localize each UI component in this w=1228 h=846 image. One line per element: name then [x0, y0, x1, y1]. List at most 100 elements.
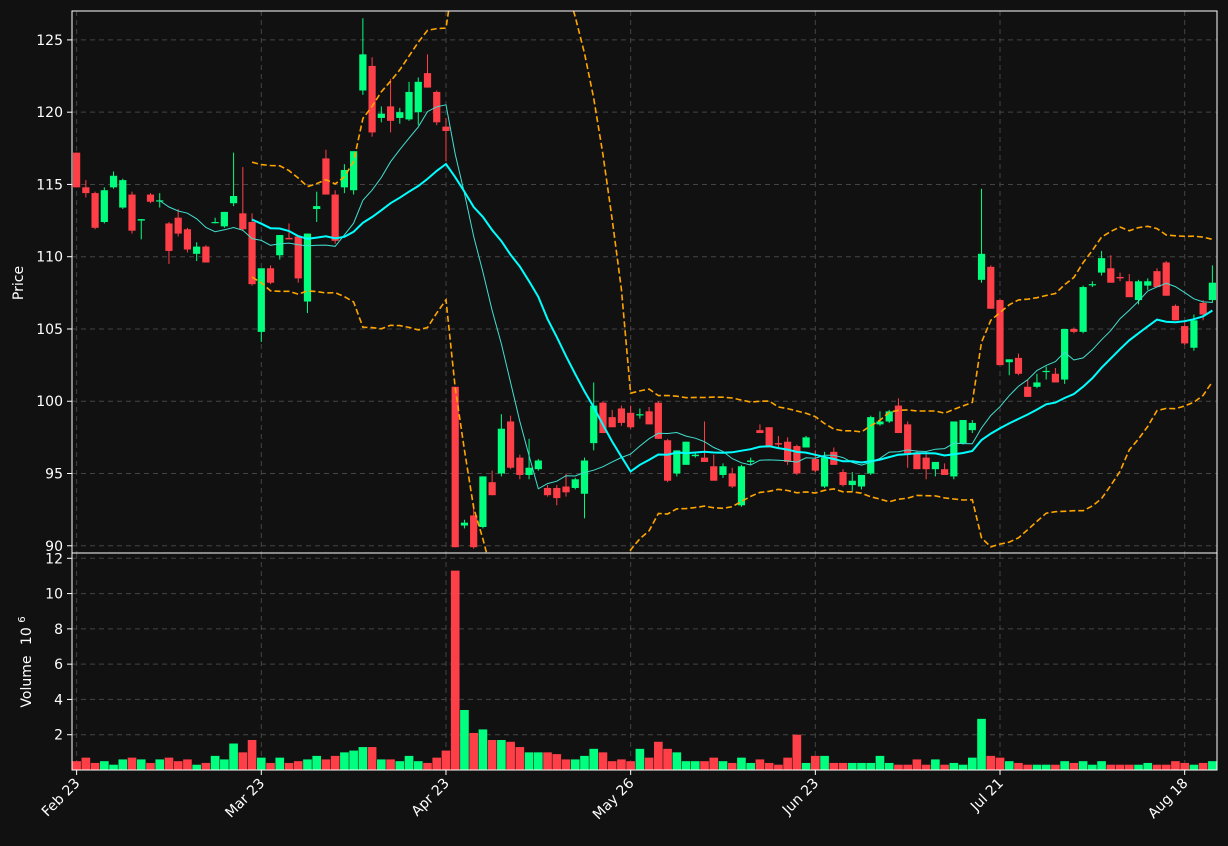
price-tick-label: 120 — [36, 105, 63, 121]
volume-bar — [413, 761, 423, 770]
candle-body — [165, 223, 173, 251]
volume-bar — [247, 740, 257, 770]
candle-body — [1070, 328, 1078, 332]
candle-body — [239, 213, 247, 230]
volume-bar — [857, 762, 866, 770]
candle-body — [820, 457, 829, 487]
candle-body — [904, 424, 912, 454]
candle-body — [368, 65, 376, 133]
volume-bar — [90, 762, 100, 770]
volume-bar — [238, 752, 248, 770]
volume-bar — [1171, 761, 1180, 770]
volume-tick-label: 6 — [54, 657, 63, 673]
candle-body — [82, 187, 90, 194]
volume-bar — [109, 764, 118, 770]
candle-body — [608, 417, 616, 428]
volume-bar — [894, 764, 903, 770]
candle-body — [719, 466, 727, 475]
candle-body — [987, 266, 995, 309]
candle-body — [1024, 386, 1032, 397]
candle-body — [968, 422, 976, 431]
volume-bar — [284, 762, 294, 770]
candle-body — [137, 219, 145, 221]
volume-bar — [460, 710, 469, 770]
volume-bar — [1115, 764, 1125, 770]
candle-body — [350, 151, 358, 191]
candle-body — [691, 454, 699, 457]
volume-bar — [1180, 762, 1189, 770]
price-tick-label: 115 — [36, 177, 63, 193]
volume-bar — [672, 752, 682, 770]
volume-bar — [377, 759, 386, 770]
candle-body — [405, 91, 413, 120]
candle-body — [193, 246, 201, 254]
candle-body — [248, 222, 256, 285]
volume-bar — [589, 748, 599, 770]
volume-bar — [229, 743, 238, 770]
candle-body — [1033, 382, 1041, 387]
candle-body — [811, 459, 819, 471]
volume-bar — [570, 759, 580, 770]
candle-body — [460, 522, 469, 526]
candle-body — [211, 222, 219, 224]
candle-body — [1199, 302, 1207, 315]
candle-body — [229, 196, 238, 204]
candle-body — [848, 480, 856, 486]
volume-bar — [423, 762, 432, 770]
volume-bar — [72, 761, 81, 770]
volume-tick-label: 4 — [54, 692, 63, 708]
volume-tick-label: 8 — [54, 622, 63, 638]
candle-body — [479, 476, 487, 527]
price-tick-label: 110 — [36, 250, 63, 266]
chart-canvas: 9095100105110115120125 24681012Feb 23 Mar… — [0, 0, 1228, 842]
volume-bar — [1069, 762, 1079, 770]
candle-body — [202, 246, 210, 263]
candle-body — [442, 126, 450, 131]
volume-tick-label: 2 — [54, 728, 63, 744]
candle-body — [174, 217, 182, 234]
price-tick-label: 105 — [36, 322, 63, 338]
candle-body — [571, 479, 579, 488]
volume-bar — [617, 759, 626, 770]
candle-body — [553, 487, 561, 499]
volume-bar — [432, 757, 442, 770]
volume-bar — [690, 761, 700, 770]
volume-bar — [1208, 761, 1217, 770]
candle-body — [414, 81, 422, 113]
candle-body — [525, 467, 533, 475]
volume-bar — [811, 755, 820, 770]
candle-body — [119, 180, 127, 208]
candle-body — [1190, 320, 1198, 348]
volume-bar — [81, 757, 91, 770]
volume-bar — [386, 759, 395, 770]
price-tick-label: 125 — [36, 33, 63, 49]
volume-bar — [100, 761, 109, 770]
candle-body — [747, 460, 755, 462]
volume-bar — [847, 762, 857, 770]
volume-bar — [977, 718, 986, 770]
volume-bar — [700, 761, 709, 770]
volume-bar — [164, 757, 174, 770]
candle-body — [276, 235, 284, 256]
volume-bar — [884, 762, 894, 770]
volume-bar — [303, 759, 312, 770]
candle-body — [765, 427, 773, 448]
candle-body — [931, 461, 939, 470]
volume-bar — [903, 764, 912, 770]
candle-body — [1208, 282, 1216, 301]
candle-body — [913, 453, 921, 470]
volume-tick-label: 10 — [45, 587, 63, 603]
candle-body — [73, 152, 81, 188]
candle-body — [710, 466, 718, 481]
volume-bar — [746, 762, 756, 770]
candle-body — [663, 440, 672, 481]
volume-bar — [183, 759, 192, 770]
volume-axis-label: Volume 10 6 — [17, 616, 35, 707]
candle-body — [257, 268, 265, 332]
volume-bar — [737, 757, 746, 770]
candle-body — [146, 194, 155, 202]
volume-bar — [497, 740, 506, 770]
candle-body — [543, 487, 552, 496]
candle-body — [285, 237, 293, 240]
candle-body — [977, 253, 986, 280]
